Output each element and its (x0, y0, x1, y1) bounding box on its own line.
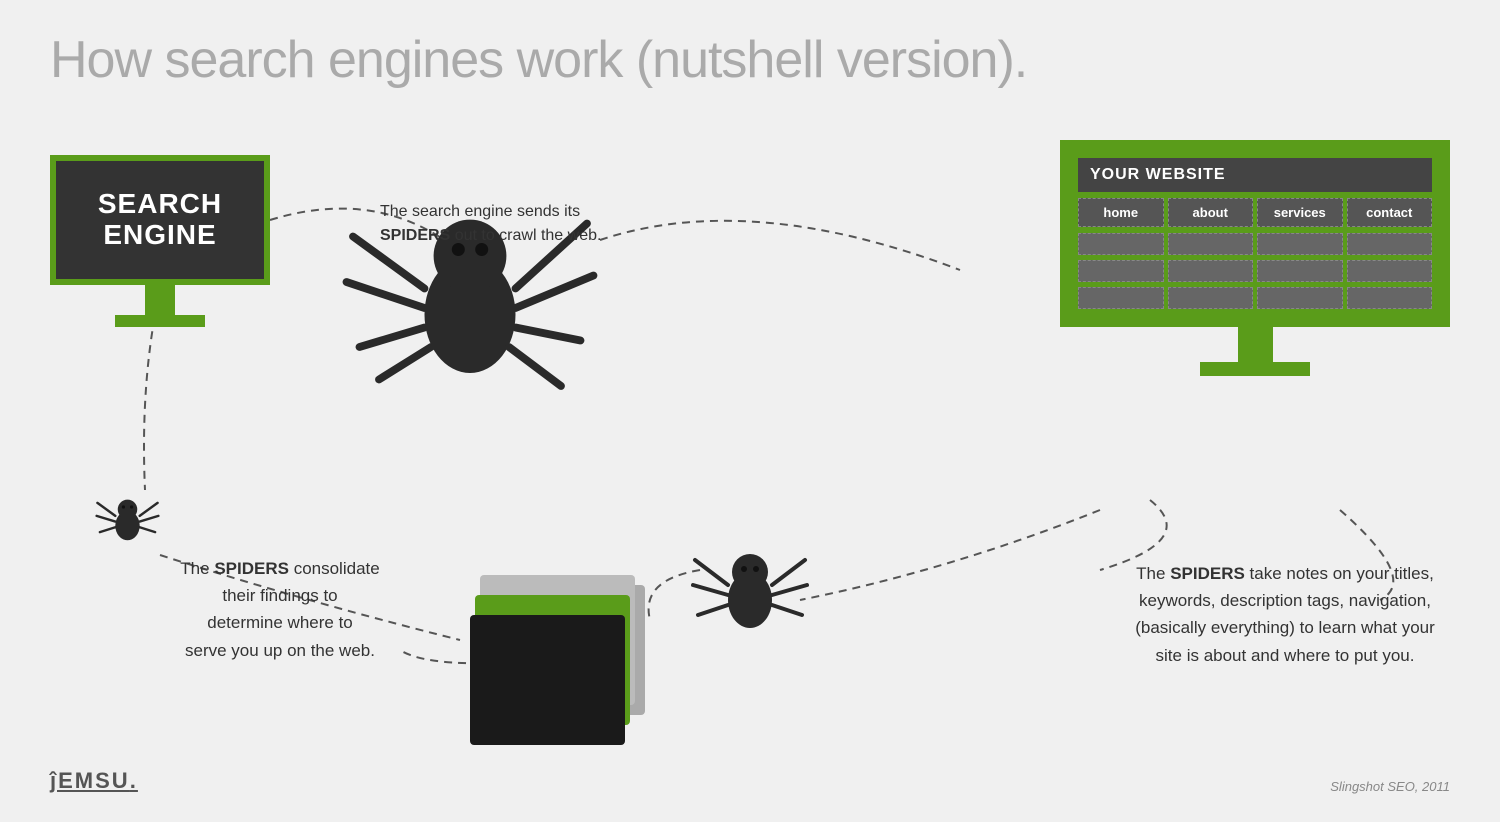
nav-about: about (1168, 198, 1254, 227)
files-stack (460, 565, 660, 745)
main-container: How search engines work (nutshell versio… (0, 0, 1500, 822)
credit-text: Slingshot SEO, 2011 (1330, 779, 1450, 794)
nav-contact: contact (1347, 198, 1433, 227)
nav-home: home (1078, 198, 1164, 227)
content-cell (1347, 233, 1433, 255)
website-title-bar: YOUR WEBSITE (1078, 158, 1432, 192)
website-nav: home about services contact (1078, 198, 1432, 227)
content-cell (1347, 260, 1433, 282)
annotation-bottom-left: The SPIDERS consolidatetheir findings to… (145, 555, 415, 664)
content-cell (1078, 233, 1164, 255)
website-base (1200, 362, 1310, 376)
spider-bottom-center (690, 530, 810, 650)
search-engine-monitor: SEARCH ENGINE (50, 155, 270, 327)
website-monitor: YOUR WEBSITE home about services contact (1060, 140, 1450, 376)
page-title: How search engines work (nutshell versio… (50, 30, 1027, 90)
spider-tiny-left (95, 485, 160, 550)
content-row-2 (1078, 260, 1432, 282)
content-cell (1168, 287, 1254, 309)
content-cell (1078, 260, 1164, 282)
annotation-top-text: The search engine sends itsSPIDERS out t… (380, 203, 601, 244)
jemsu-text: ĵEMSU. (50, 768, 138, 793)
monitor-screen: SEARCH ENGINE (50, 155, 270, 285)
website-stand (1238, 327, 1273, 362)
monitor-label: SEARCH ENGINE (98, 189, 222, 251)
annotation-bottom-right: The SPIDERS take notes on your titles,ke… (1130, 560, 1440, 669)
content-cell (1168, 260, 1254, 282)
content-cell (1168, 233, 1254, 255)
annotation-bottom-left-text: The SPIDERS consolidatetheir findings to… (180, 559, 379, 660)
content-grid (1078, 233, 1432, 309)
content-row-1 (1078, 233, 1432, 255)
jemsu-logo: ĵEMSU. (50, 768, 138, 794)
spider-large (340, 155, 600, 435)
monitor-stand (145, 285, 175, 315)
arrows-svg (0, 0, 1500, 822)
content-cell (1257, 233, 1343, 255)
content-row-3 (1078, 287, 1432, 309)
annotation-bottom-right-text: The SPIDERS take notes on your titles,ke… (1135, 564, 1435, 665)
nav-services: services (1257, 198, 1343, 227)
content-cell (1078, 287, 1164, 309)
monitor-base (115, 315, 205, 327)
website-screen: YOUR WEBSITE home about services contact (1060, 140, 1450, 327)
content-cell (1257, 287, 1343, 309)
content-cell (1347, 287, 1433, 309)
annotation-top: The search engine sends itsSPIDERS out t… (380, 200, 680, 248)
content-cell (1257, 260, 1343, 282)
